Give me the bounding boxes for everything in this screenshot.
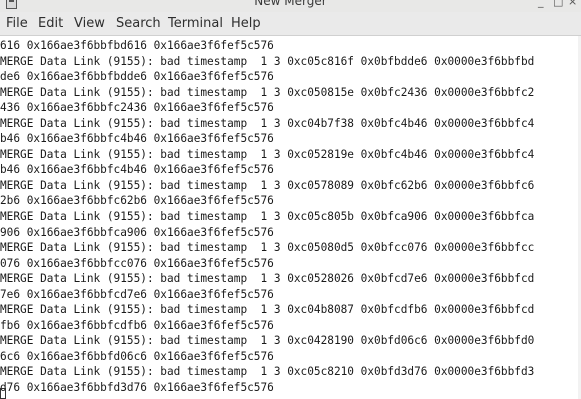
terminal-line: 906 0x166ae3f6bbfca906 0x166ae3f6fef5c57… (0, 225, 274, 239)
terminal-line: MERGE Data Link (9155): bad timestamp 1 … (0, 365, 535, 379)
terminal-line: MERGE Data Link (9155): bad timestamp 1 … (0, 116, 535, 130)
title-bar[interactable]: New Merger _ □ × (0, 0, 581, 12)
menu-search[interactable]: Search (116, 16, 161, 32)
terminal-line: MERGE Data Link (9155): bad timestamp 1 … (0, 334, 535, 348)
terminal-cursor (0, 388, 6, 399)
terminal-line: MERGE Data Link (9155): bad timestamp 1 … (0, 178, 535, 192)
terminal-line: 076 0x166ae3f6bbfcc076 0x166ae3f6fef5c57… (0, 256, 274, 270)
menu-help[interactable]: Help (231, 16, 261, 32)
menu-terminal[interactable]: Terminal (168, 16, 223, 32)
terminal-line: MERGE Data Link (9155): bad timestamp 1 … (0, 147, 535, 161)
terminal-line: b46 0x166ae3f6bbfc4b46 0x166ae3f6fef5c57… (0, 163, 274, 177)
terminal-line: de6 0x166ae3f6bbfbdde6 0x166ae3f6fef5c57… (0, 70, 274, 84)
terminal-line: MERGE Data Link (9155): bad timestamp 1 … (0, 54, 535, 68)
menu-edit[interactable]: Edit (38, 16, 63, 32)
menu-file[interactable]: File (6, 16, 28, 32)
terminal-line: 2b6 0x166ae3f6bbfc62b6 0x166ae3f6fef5c57… (0, 194, 274, 208)
terminal-line: MERGE Data Link (9155): bad timestamp 1 … (0, 210, 535, 224)
terminal-line: 6c6 0x166ae3f6bbfd06c6 0x166ae3f6fef5c57… (0, 349, 274, 363)
terminal-line: MERGE Data Link (9155): bad timestamp 1 … (0, 241, 535, 255)
terminal-line: d76 0x166ae3f6bbfd3d76 0x166ae3f6fef5c57… (0, 381, 274, 395)
terminal-output[interactable]: 616 0x166ae3f6bbfbd616 0x166ae3f6fef5c57… (0, 36, 581, 399)
menu-bar: File Edit View Search Terminal Help (0, 12, 581, 36)
terminal-line: 436 0x166ae3f6bbfc2436 0x166ae3f6fef5c57… (0, 101, 274, 115)
terminal-line: fb6 0x166ae3f6bbfcdfb6 0x166ae3f6fef5c57… (0, 318, 274, 332)
minimize-icon[interactable]: _ (538, 0, 544, 9)
terminal-line: MERGE Data Link (9155): bad timestamp 1 … (0, 272, 535, 286)
terminal-line: 616 0x166ae3f6bbfbd616 0x166ae3f6fef5c57… (0, 39, 274, 52)
terminal-line: 7e6 0x166ae3f6bbfcd7e6 0x166ae3f6fef5c57… (0, 287, 274, 301)
terminal-line: MERGE Data Link (9155): bad timestamp 1 … (0, 303, 535, 317)
window-title: New Merger (254, 0, 327, 8)
menu-view[interactable]: View (74, 16, 105, 32)
close-icon[interactable]: × (568, 0, 577, 9)
maximize-icon[interactable]: □ (553, 0, 563, 9)
terminal-line: b46 0x166ae3f6bbfc4b46 0x166ae3f6fef5c57… (0, 132, 274, 146)
terminal-lines: 616 0x166ae3f6bbfbd616 0x166ae3f6fef5c57… (0, 38, 578, 396)
terminal-line: MERGE Data Link (9155): bad timestamp 1 … (0, 85, 535, 99)
